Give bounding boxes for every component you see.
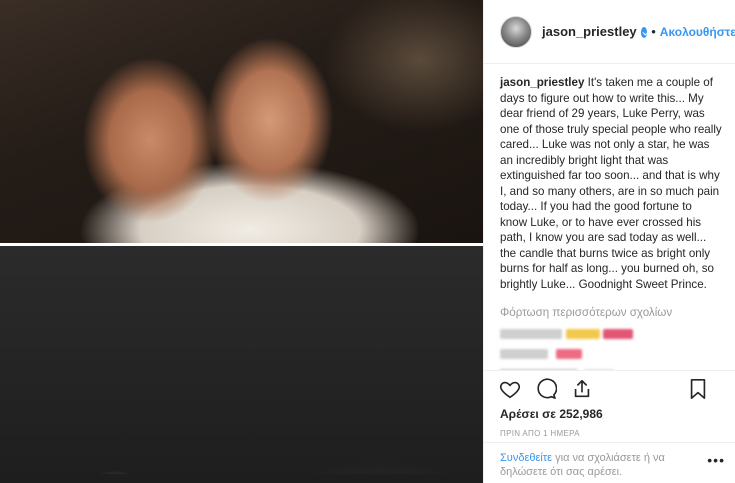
likes-count[interactable]: Αρέσει σε 252,986 — [500, 407, 603, 421]
caption-text: It's taken me a couple of days to figure… — [500, 76, 722, 291]
redacted-text — [603, 329, 633, 339]
photo-bw-bottom — [0, 246, 483, 483]
verified-badge-icon — [640, 27, 648, 38]
avatar[interactable] — [500, 15, 532, 48]
post-header: jason_priestley • Ακολουθήστε — [484, 0, 735, 64]
login-prompt: Συνδεθείτε για να σχολιάσετε ή να δηλώσε… — [484, 442, 735, 483]
post-timestamp: ΠΡΙΝ ΑΠΟ 1 ΗΜΕΡΑ — [500, 429, 580, 438]
post-actions-bar — [484, 370, 735, 406]
comments-section: jason_priestley It's taken me a couple o… — [484, 65, 735, 370]
redacted-comment — [500, 348, 722, 360]
post-photo[interactable] — [0, 0, 483, 483]
bookmark-icon[interactable] — [686, 377, 710, 401]
redacted-username — [500, 349, 548, 359]
redacted-username — [500, 329, 562, 339]
caption-username[interactable]: jason_priestley — [500, 76, 584, 89]
comment-icon[interactable] — [534, 377, 558, 401]
post-side-panel: jason_priestley • Ακολουθήστε jason_prie… — [483, 0, 735, 483]
photo-color-top — [0, 0, 483, 243]
load-more-comments-link[interactable]: Φόρτωση περισσότερων σχολίων — [500, 306, 722, 319]
share-icon[interactable] — [570, 377, 594, 401]
post-caption: jason_priestley It's taken me a couple o… — [500, 75, 722, 292]
header-username[interactable]: jason_priestley — [542, 24, 637, 39]
login-link[interactable]: Συνδεθείτε — [500, 452, 552, 464]
more-options-icon[interactable]: ••• — [707, 452, 725, 468]
redacted-text — [566, 329, 600, 339]
redacted-comment — [500, 328, 722, 340]
separator-dot: • — [651, 24, 656, 39]
redacted-text — [556, 349, 582, 359]
follow-button[interactable]: Ακολουθήστε — [660, 25, 735, 39]
heart-icon[interactable] — [498, 377, 522, 401]
